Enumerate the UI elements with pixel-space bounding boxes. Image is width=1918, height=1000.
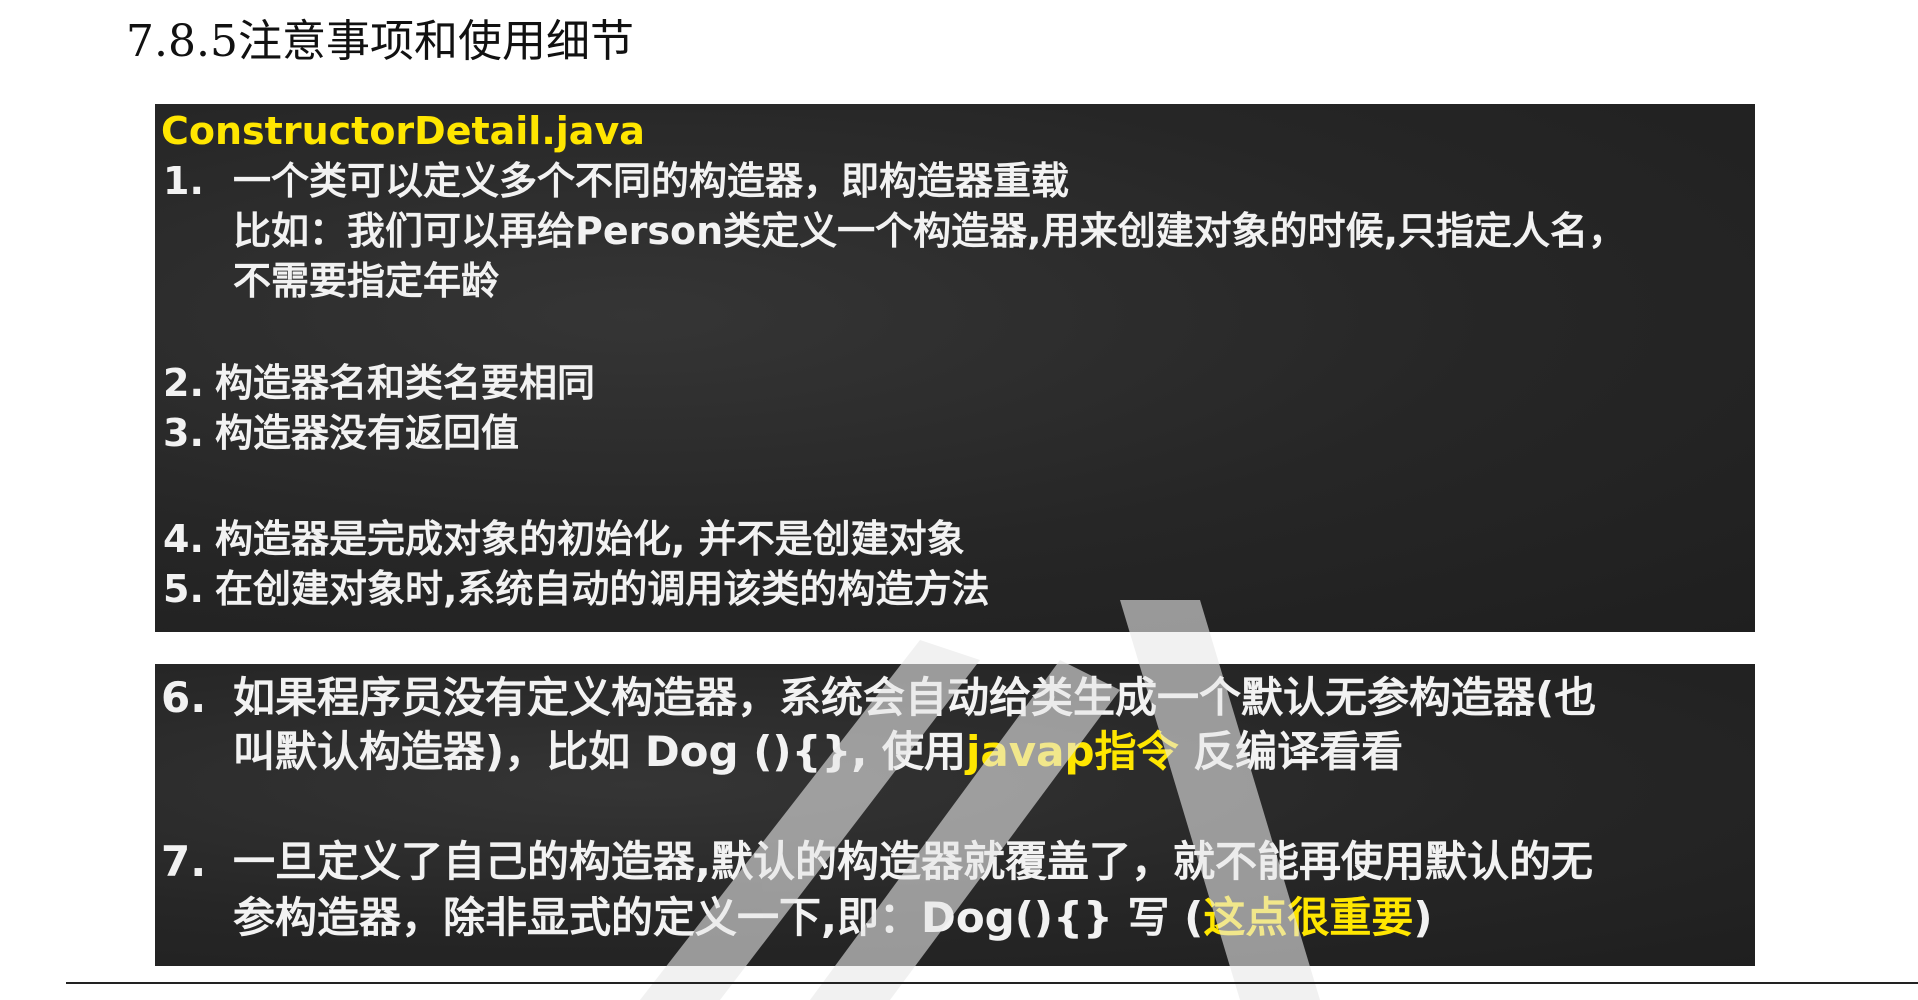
item-6-line-2: 叫默认构造器)，比如 Dog (){}, 使用javap指令 反编译看看 [233, 724, 1403, 780]
item-7-line-2-tail: ) [1413, 893, 1433, 942]
item-3-text: 构造器没有返回值 [215, 411, 520, 455]
section-heading: 7.8.5注意事项和使用细节 [126, 16, 634, 67]
item-1-line-1: 一个类可以定义多个不同的构造器，即构造器重载 [233, 159, 1070, 203]
item-5-text: 在创建对象时,系统自动的调用该类的构造方法 [215, 567, 990, 611]
item-2-text: 构造器名和类名要相同 [215, 361, 596, 405]
notes-panel-2: 6. 如果程序员没有定义构造器，系统会自动给类生成一个默认无参构造器(也 叫默认… [155, 664, 1755, 966]
item-number-1: 1. [163, 159, 204, 203]
panel-title: ConstructorDetail.java [161, 109, 645, 153]
item-4-text: 构造器是完成对象的初始化, 并不是创建对象 [215, 517, 965, 561]
item-number-3: 3. [163, 411, 204, 455]
javap-highlight: javap指令 [966, 727, 1179, 776]
item-number-5: 5. [163, 567, 204, 611]
item-1-line-2: 比如：我们可以再给Person类定义一个构造器,用来创建对象的时候,只指定人名， [233, 209, 1627, 253]
item-6-line-1: 如果程序员没有定义构造器，系统会自动给类生成一个默认无参构造器(也 [233, 673, 1597, 722]
bottom-rule [66, 982, 1918, 984]
item-number-7: 7. [161, 837, 207, 886]
item-7-line-1: 一旦定义了自己的构造器,默认的构造器就覆盖了，就不能再使用默认的无 [233, 837, 1593, 886]
item-6-line-2-text: 叫默认构造器)，比如 Dog (){}, 使用 [233, 727, 966, 776]
item-7-line-2-text: 参构造器，除非显式的定义一下,即：Dog(){} 写 ( [233, 893, 1204, 942]
item-1-line-3: 不需要指定年龄 [233, 259, 500, 303]
item-number-2: 2. [163, 361, 204, 405]
item-6-line-2-tail: 反编译看看 [1178, 727, 1404, 776]
notes-panel-1: ConstructorDetail.java 1. 一个类可以定义多个不同的构造… [155, 104, 1755, 632]
item-number-6: 6. [161, 673, 207, 722]
item-number-4: 4. [163, 517, 204, 561]
important-highlight: 这点很重要 [1203, 893, 1414, 942]
item-7-line-2: 参构造器，除非显式的定义一下,即：Dog(){} 写 (这点很重要) [233, 890, 1433, 946]
